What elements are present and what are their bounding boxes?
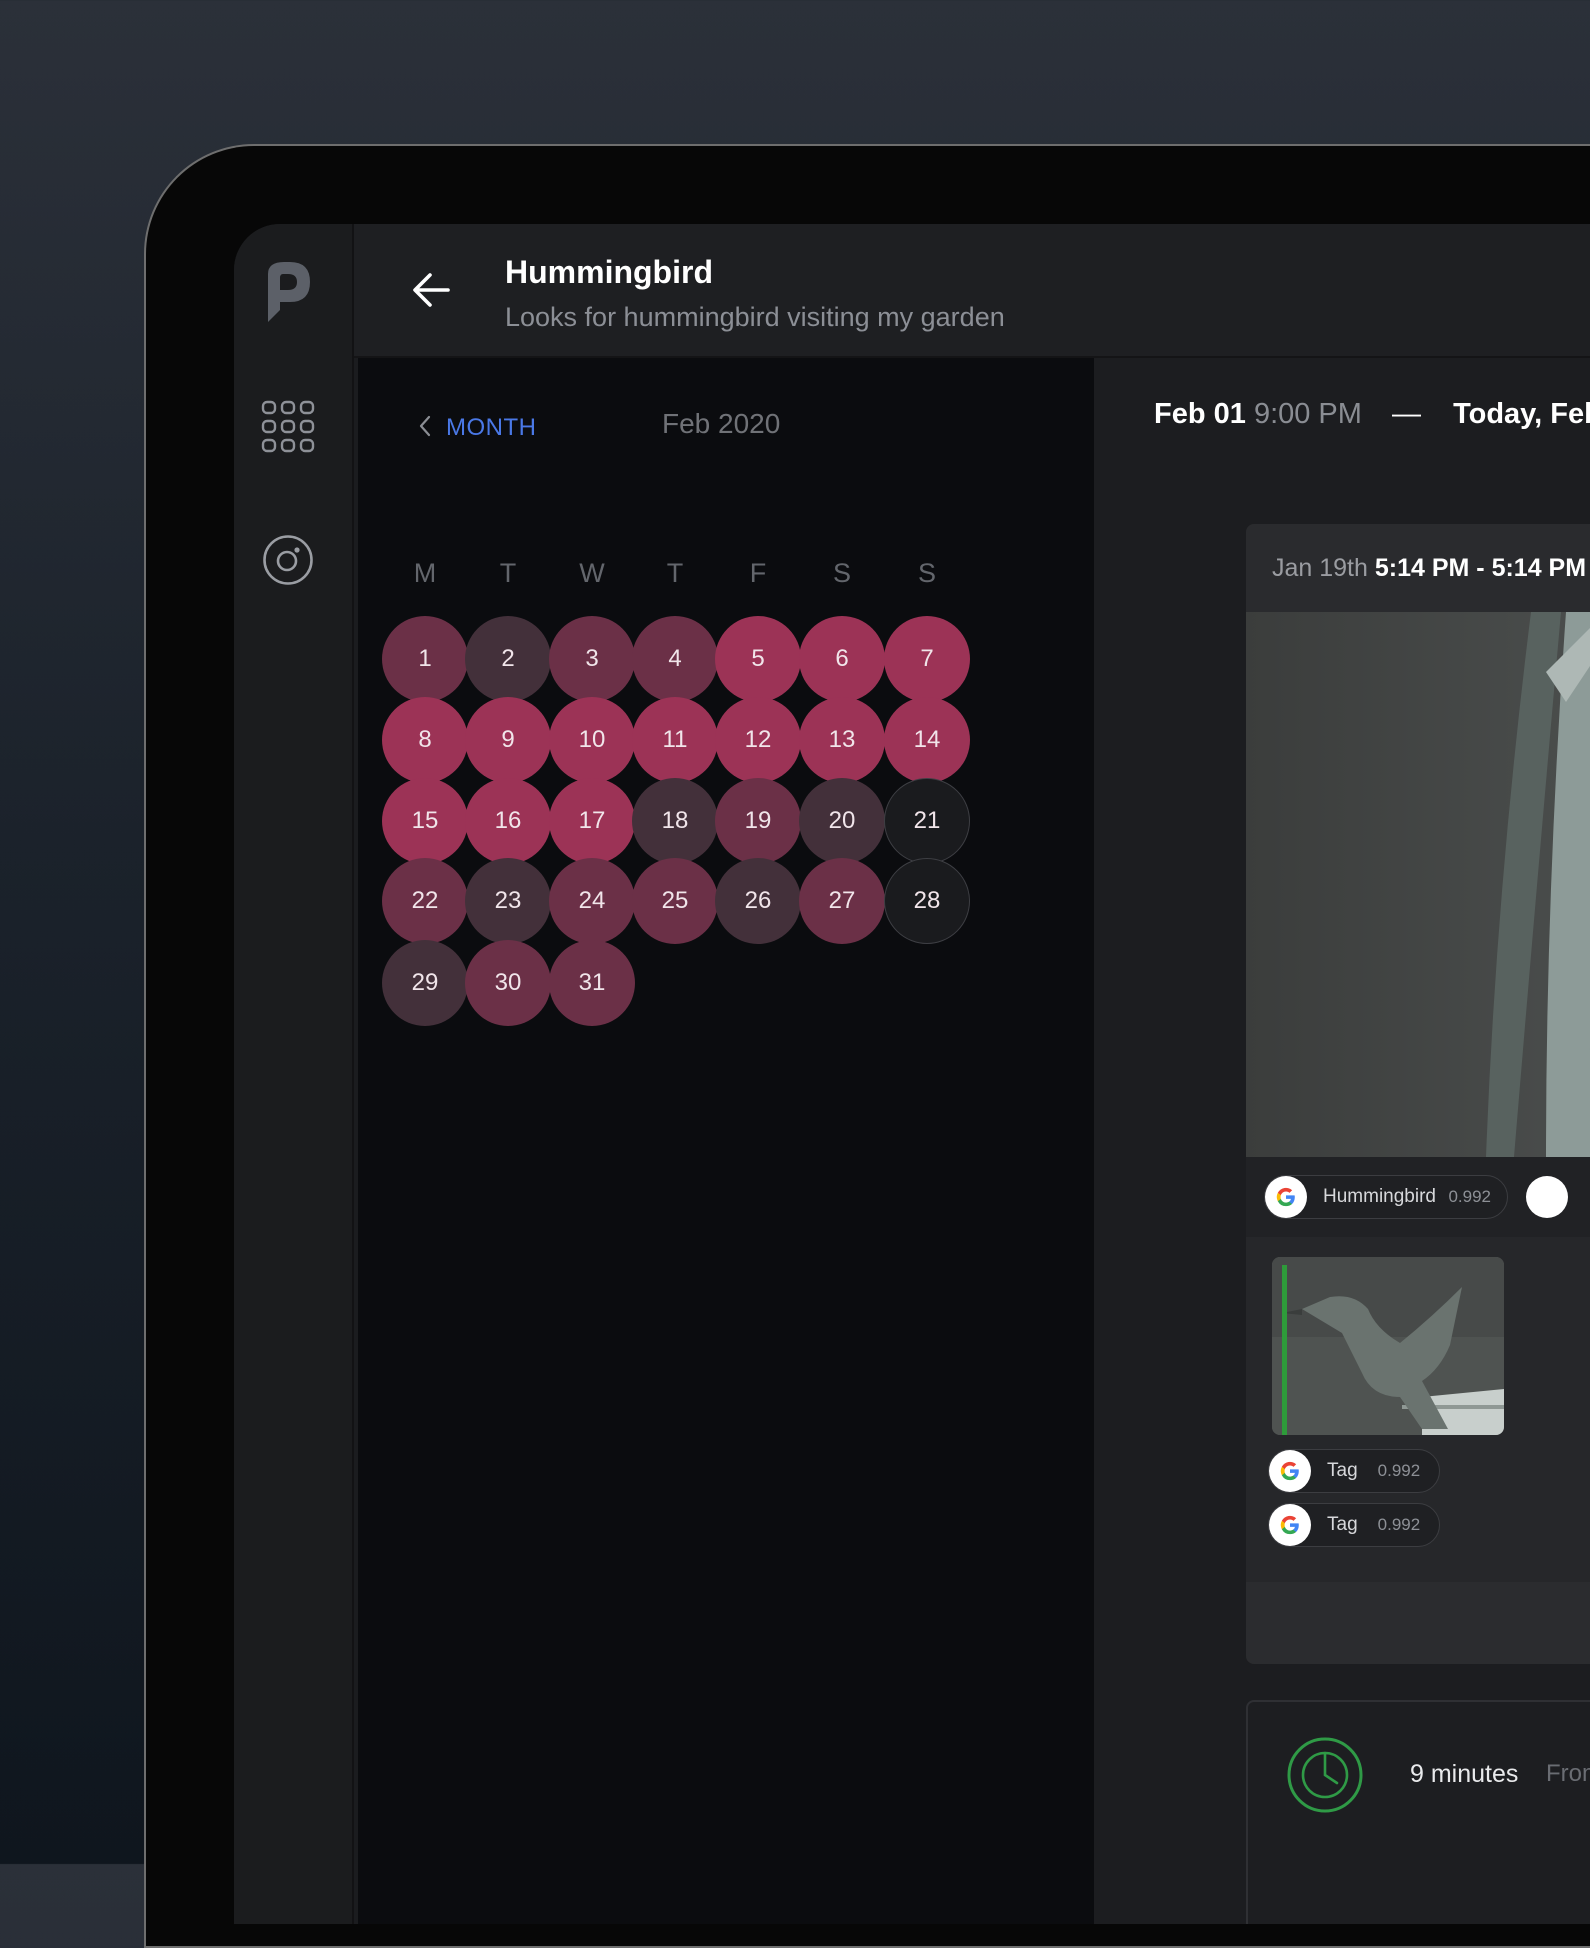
page-title: Hummingbird bbox=[505, 254, 713, 290]
tag-label: Hummingbird bbox=[1323, 1186, 1436, 1207]
range-start-time: 9:00 PM bbox=[1253, 398, 1362, 430]
tag-score: 0.992 bbox=[1377, 1461, 1421, 1480]
calendar-day[interactable]: 10 bbox=[549, 697, 635, 783]
weekday-label: S bbox=[832, 558, 851, 588]
calendar-day[interactable]: 9 bbox=[465, 697, 551, 783]
calendar-day[interactable]: 30 bbox=[465, 940, 551, 1026]
event-card[interactable]: Jan 19th 5:14 PM - 5:14 PM Hummingbird 0… bbox=[1246, 524, 1590, 1664]
range-end: Today, Feb 2 bbox=[1453, 398, 1590, 430]
thumb-tag-chip-2[interactable]: Tag 0.992 bbox=[1268, 1503, 1440, 1547]
app-logo[interactable] bbox=[264, 260, 314, 327]
month-back-label: MONTH bbox=[446, 414, 537, 441]
calendar-day[interactable]: 8 bbox=[382, 697, 468, 783]
calendar-day[interactable]: 22 bbox=[382, 858, 468, 944]
page-header: Hummingbird Looks for hummingbird visiti… bbox=[354, 224, 1590, 358]
clock-icon bbox=[1286, 1736, 1364, 1819]
calendar-day[interactable]: 16 bbox=[465, 778, 551, 864]
calendar-day[interactable]: 17 bbox=[549, 778, 635, 864]
calendar-day[interactable]: 21 bbox=[884, 778, 970, 864]
date-range[interactable]: Feb 01 9:00 PM — Today, Feb 2 bbox=[1154, 398, 1590, 431]
detection-thumbnail[interactable] bbox=[1272, 1257, 1504, 1435]
event-date: Jan 19th bbox=[1272, 554, 1368, 582]
calendar-day[interactable]: 1 bbox=[382, 616, 468, 702]
event-snapshot[interactable] bbox=[1246, 612, 1590, 1157]
tag-label: Tag bbox=[1327, 1460, 1358, 1481]
weekday-label: T bbox=[666, 558, 684, 588]
tag-score: 0.992 bbox=[1448, 1187, 1491, 1206]
google-icon bbox=[1526, 1176, 1568, 1218]
thumb-tag-chip-1[interactable]: Tag 0.992 bbox=[1268, 1449, 1440, 1493]
calendar-panel: MONTH Feb 2020 MTWTFSS 1 2 3 4 5 6 7 8 9 10 11 12 13… bbox=[358, 358, 1094, 1924]
calendar-day[interactable]: 13 bbox=[799, 697, 885, 783]
device-frame: Hummingbird Looks for hummingbird visiti… bbox=[144, 144, 1590, 1948]
back-arrow-icon[interactable] bbox=[408, 268, 456, 312]
event-time-range: 5:14 PM - 5:14 PM bbox=[1374, 554, 1587, 582]
camera-icon[interactable] bbox=[262, 534, 314, 591]
calendar-day[interactable]: 6 bbox=[799, 616, 885, 702]
calendar-day[interactable]: 3 bbox=[549, 616, 635, 702]
tag-chip[interactable]: Hummingbird 0.992 bbox=[1264, 1175, 1508, 1219]
events-panel: Feb 01 9:00 PM — Today, Feb 2 Jan 19th 5… bbox=[1094, 358, 1590, 1924]
tag-chip-partial[interactable] bbox=[1526, 1175, 1590, 1219]
summary-card[interactable]: 9 minutes From bbox=[1246, 1700, 1590, 1924]
calendar-day[interactable]: 29 bbox=[382, 940, 468, 1026]
calendar-day[interactable]: 7 bbox=[884, 616, 970, 702]
calendar-day[interactable]: 4 bbox=[632, 616, 718, 702]
calendar-day[interactable]: 18 bbox=[632, 778, 718, 864]
calendar-day[interactable]: 26 bbox=[715, 858, 801, 944]
calendar-day[interactable]: 19 bbox=[715, 778, 801, 864]
calendar-day[interactable]: 27 bbox=[799, 858, 885, 944]
sidebar bbox=[234, 224, 354, 1924]
weekday-label: F bbox=[749, 558, 767, 588]
calendar-day[interactable]: 2 bbox=[465, 616, 551, 702]
month-back-button[interactable]: MONTH bbox=[418, 408, 536, 448]
page-subtitle: Looks for hummingbird visiting my garden bbox=[505, 302, 1005, 332]
chevron-left-icon bbox=[418, 415, 432, 442]
calendar-day[interactable]: 23 bbox=[465, 858, 551, 944]
app-screen: Hummingbird Looks for hummingbird visiti… bbox=[234, 224, 1590, 1924]
weekday-label: T bbox=[499, 558, 517, 588]
calendar-day[interactable]: 15 bbox=[382, 778, 468, 864]
google-icon bbox=[1269, 1504, 1311, 1546]
tag-label: Tag bbox=[1327, 1514, 1358, 1535]
range-separator: — bbox=[1392, 398, 1421, 430]
calendar-day[interactable]: 20 bbox=[799, 778, 885, 864]
calendar-day[interactable]: 12 bbox=[715, 697, 801, 783]
calendar-day[interactable]: 24 bbox=[549, 858, 635, 944]
weekday-label: S bbox=[917, 558, 936, 588]
google-icon bbox=[1269, 1450, 1311, 1492]
calendar-day[interactable]: 14 bbox=[884, 697, 970, 783]
event-tag-bar: Hummingbird 0.992 bbox=[1246, 1157, 1590, 1237]
event-card-header: Jan 19th 5:14 PM - 5:14 PM bbox=[1246, 524, 1590, 612]
range-start-date: Feb 01 bbox=[1154, 398, 1246, 430]
weekday-label: M bbox=[413, 558, 437, 588]
summary-duration: 9 minutes bbox=[1410, 1760, 1519, 1788]
calendar-day[interactable]: 25 bbox=[632, 858, 718, 944]
calendar-day[interactable]: 5 bbox=[715, 616, 801, 702]
calendar-day[interactable]: 11 bbox=[632, 697, 718, 783]
event-card-footer bbox=[1246, 1582, 1590, 1664]
summary-from-label: From bbox=[1546, 1760, 1590, 1787]
calendar-day[interactable]: 31 bbox=[549, 940, 635, 1026]
apps-grid-icon[interactable] bbox=[261, 400, 315, 459]
google-icon bbox=[1265, 1176, 1307, 1218]
weekday-label: W bbox=[579, 558, 605, 588]
calendar-month-title: Feb 2020 bbox=[662, 408, 781, 439]
calendar-day[interactable]: 28 bbox=[884, 858, 970, 944]
tag-score: 0.992 bbox=[1377, 1515, 1421, 1534]
